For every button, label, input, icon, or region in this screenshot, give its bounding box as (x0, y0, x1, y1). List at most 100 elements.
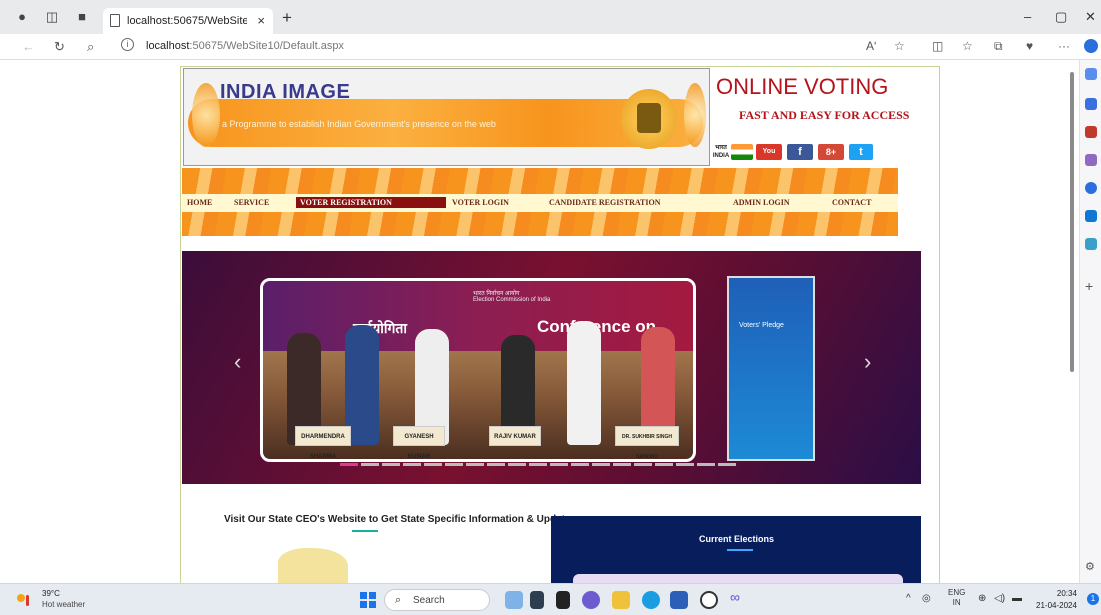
carousel-next-arrow[interactable]: › (864, 349, 871, 375)
microsoft365-icon[interactable] (1085, 182, 1097, 194)
carousel-indicator[interactable] (634, 463, 652, 466)
copilot-app-icon[interactable]: ∞ (730, 589, 748, 607)
extensions-icon[interactable]: ♥ (1026, 39, 1033, 53)
carousel-indicator[interactable] (529, 463, 547, 466)
nav-contact[interactable]: CONTACT (832, 198, 871, 207)
carousel-indicator[interactable] (613, 463, 631, 466)
store-app-icon[interactable] (670, 591, 688, 609)
collections-icon[interactable]: ⧉ (994, 39, 1003, 54)
terminal-app-icon[interactable] (556, 591, 570, 609)
nameplate: DR. SUKHBIR SINGH SANDHU (615, 426, 679, 460)
language-indicator[interactable]: ENG IN (948, 588, 965, 608)
maximize-button[interactable]: ▢ (1055, 9, 1067, 25)
new-tab-button[interactable]: + (282, 8, 292, 28)
drop-icon[interactable] (1085, 238, 1097, 250)
nav-admin-login[interactable]: ADMIN LOGIN (733, 198, 790, 207)
network-icon[interactable]: ⊕ (978, 593, 986, 604)
carousel-indicator[interactable] (676, 463, 694, 466)
youtube-icon[interactable]: You Tube (756, 144, 782, 171)
add-sidebar-app-icon[interactable]: + (1085, 279, 1097, 293)
carousel-indicator[interactable] (340, 463, 358, 466)
refresh-icon[interactable]: ↻ (54, 39, 65, 55)
carousel-indicator[interactable] (445, 463, 463, 466)
nav-voter-login[interactable]: VOTER LOGIN (452, 198, 509, 207)
google-plus-icon[interactable]: 8+ (818, 144, 844, 160)
carousel-indicator[interactable] (571, 463, 589, 466)
tab-actions-icon[interactable]: ■ (74, 9, 90, 25)
carousel-indicator[interactable] (403, 463, 421, 466)
nav-voter-registration[interactable]: VOTER REGISTRATION (296, 197, 446, 208)
url-path: :50675/WebSite10/Default.aspx (189, 40, 344, 52)
nav-candidate-registration[interactable]: CANDIDATE REGISTRATION (549, 198, 661, 207)
carousel-prev-arrow[interactable]: ‹ (234, 349, 241, 375)
shopping-icon[interactable] (1085, 98, 1097, 110)
close-window-button[interactable]: ✕ (1085, 9, 1096, 25)
edge-app-icon[interactable] (642, 591, 660, 609)
carousel-indicator[interactable] (466, 463, 484, 466)
split-screen-icon[interactable]: ◫ (932, 39, 943, 53)
hero-carousel[interactable]: ‹ भारत निर्वाचन आयोग Election Commission… (182, 251, 921, 484)
tray-chevron-icon[interactable]: ^ (906, 593, 911, 604)
battery-icon[interactable]: ▬ (1012, 593, 1022, 604)
search-icon[interactable]: ⌕ (87, 39, 94, 55)
carousel-indicator[interactable] (592, 463, 610, 466)
dell-app-icon[interactable] (700, 591, 718, 609)
back-icon[interactable]: ← (22, 39, 35, 54)
carousel-indicator[interactable] (697, 463, 715, 466)
carousel-indicator[interactable] (382, 463, 400, 466)
notification-icon[interactable]: 1 (1087, 593, 1099, 605)
more-icon[interactable]: ··· (1058, 39, 1070, 53)
url-field[interactable]: localhost:50675/WebSite10/Default.aspx (146, 40, 344, 52)
games-icon[interactable] (1085, 154, 1097, 166)
tab-default-aspx[interactable]: localhost:50675/WebSite10/Defa × (103, 8, 273, 34)
taskbar-search[interactable]: ⌕ Search (384, 589, 490, 611)
carousel-indicator[interactable] (361, 463, 379, 466)
tray-app-icon[interactable]: ◎ (922, 593, 931, 604)
taskbar-clock[interactable]: 20:34 21-04-2024 (1036, 588, 1077, 612)
close-tab-icon[interactable]: × (257, 13, 265, 28)
carousel-indicator[interactable] (487, 463, 505, 466)
workspaces-icon[interactable]: ◫ (44, 9, 60, 25)
read-aloud-icon[interactable]: Aʹ (866, 39, 876, 53)
main-nav: HOME SERVICE VOTER REGISTRATION VOTER LO… (182, 194, 898, 212)
start-button[interactable] (360, 592, 376, 608)
carousel-indicator[interactable] (655, 463, 673, 466)
tools-icon[interactable] (1085, 126, 1097, 138)
widgets-app-icon[interactable] (505, 591, 523, 609)
outlook-icon[interactable] (1085, 210, 1097, 222)
weather-desc[interactable]: Hot weather (42, 600, 85, 609)
carousel-indicator[interactable] (424, 463, 442, 466)
carousel-indicator[interactable] (508, 463, 526, 466)
nav-home[interactable]: HOME (187, 198, 212, 207)
minimize-button[interactable]: – (1024, 9, 1031, 24)
sidebar-settings-icon[interactable]: ⚙ (1085, 560, 1097, 573)
carousel-indicator[interactable] (718, 463, 736, 466)
weather-temp[interactable]: 39°C (42, 589, 60, 598)
copilot-icon[interactable] (1084, 39, 1098, 53)
india-gov-icon[interactable]: भारत INDIA (712, 144, 730, 160)
scrollbar-thumb[interactable] (1070, 72, 1074, 372)
slide-org-hindi: भारत निर्वाचन आयोग (473, 291, 520, 297)
weather-icon[interactable] (16, 593, 32, 607)
favorite-star-icon[interactable]: ☆ (894, 39, 905, 53)
windows-taskbar: 39°C Hot weather ⌕ Search ∞ ^ ◎ ENG IN ⊕ … (0, 583, 1101, 615)
volume-icon[interactable]: ◁) (994, 593, 1005, 604)
favorites-icon[interactable]: ☆ (962, 39, 973, 53)
online-voting-subtitle: FAST AND EASY FOR ACCESS (739, 108, 910, 122)
india-image-banner[interactable]: INDIA IMAGE a Programme to establish Ind… (183, 68, 710, 166)
twitter-icon[interactable]: t (849, 144, 873, 160)
facebook-icon[interactable]: f (787, 144, 813, 160)
carousel-slide-photo: भारत निर्वाचन आयोग Election Commission o… (260, 278, 696, 462)
site-info-icon[interactable]: i (121, 38, 134, 51)
search-sidebar-icon[interactable] (1085, 68, 1097, 80)
nav-service[interactable]: SERVICE (234, 198, 269, 207)
election-card[interactable] (573, 574, 903, 583)
teams-app-icon[interactable] (582, 591, 600, 609)
page-scrollbar[interactable] (1068, 66, 1076, 578)
carousel-indicator[interactable] (550, 463, 568, 466)
task-view-icon[interactable] (530, 591, 544, 609)
profile-icon[interactable]: ● (14, 9, 30, 25)
file-explorer-icon[interactable] (612, 591, 630, 609)
national-emblem-icon (621, 89, 677, 149)
web-page: INDIA IMAGE a Programme to establish Ind… (0, 60, 1068, 583)
